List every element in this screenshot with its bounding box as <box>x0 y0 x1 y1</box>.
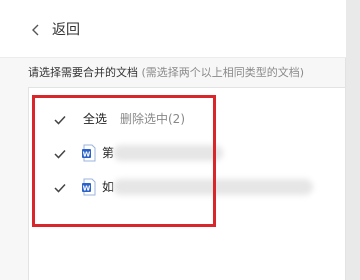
svg-text:W: W <box>83 150 91 158</box>
word-doc-icon: W <box>81 144 97 162</box>
instruction-text: 请选择需要合并的文档 (需选择两个以上相同类型的文档) <box>28 64 348 82</box>
chevron-left-icon <box>28 22 44 38</box>
background-strip <box>347 0 360 280</box>
back-button[interactable]: 返回 <box>28 18 80 42</box>
select-all-row: 全选 删除选中(2) <box>29 108 339 130</box>
checkmark-icon <box>54 115 66 125</box>
merge-documents-panel: 返回 请选择需要合并的文档 (需选择两个以上相同类型的文档) 全选 删除选中(2… <box>0 0 346 280</box>
select-all-label[interactable]: 全选 <box>83 110 107 128</box>
document-list: 全选 删除选中(2) W 第 W 如 <box>28 87 346 280</box>
back-label: 返回 <box>52 22 80 38</box>
file-checkbox[interactable] <box>53 180 67 194</box>
checkmark-icon <box>54 183 66 193</box>
svg-text:W: W <box>83 184 91 192</box>
header-bar: 返回 <box>0 0 346 58</box>
instruction-main: 请选择需要合并的文档 <box>28 66 138 79</box>
instruction-sub: (需选择两个以上相同类型的文档) <box>141 66 305 79</box>
checkmark-icon <box>54 149 66 159</box>
word-doc-icon: W <box>81 178 97 196</box>
redacted-filename <box>113 145 223 161</box>
file-checkbox[interactable] <box>53 146 67 160</box>
delete-selected-button[interactable]: 删除选中(2) <box>120 110 185 128</box>
select-all-checkbox[interactable] <box>53 112 67 126</box>
redacted-filename <box>113 179 313 195</box>
